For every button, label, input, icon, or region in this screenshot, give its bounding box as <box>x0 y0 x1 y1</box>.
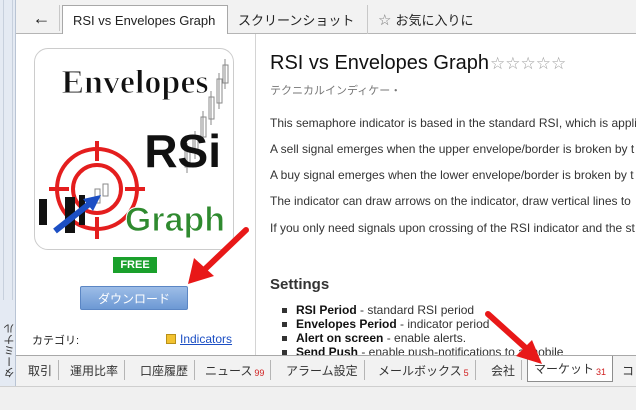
description-line: If you only need signals upon crossing o… <box>270 221 635 235</box>
image-text-envelopes: Envelopes <box>61 64 208 101</box>
tab-label: 取引 <box>28 363 53 378</box>
tab-label: コ <box>622 363 635 378</box>
back-button[interactable]: ← <box>24 5 60 31</box>
category-link-text: Indicators <box>180 332 233 346</box>
description-line: A buy signal emerges when the lower enve… <box>270 168 634 182</box>
tab-alerts[interactable]: アラーム設定 <box>280 360 365 380</box>
tab-favorites-label: お気に入りに <box>395 13 474 28</box>
setting-desc: - indicator period <box>396 317 490 331</box>
list-item: Alert on screen - enable alerts. <box>281 331 563 345</box>
tab-product-label: RSI vs Envelopes Graph <box>73 13 216 28</box>
image-text-rsi: RSi <box>144 125 221 177</box>
tab-label: メールボックス <box>378 363 462 378</box>
tab-label: 運用比率 <box>70 363 119 378</box>
tab-history[interactable]: 口座履歴 <box>134 360 196 380</box>
setting-name: RSI Period <box>296 303 357 317</box>
news-count-badge: 99 <box>254 368 265 378</box>
download-button[interactable]: ダウンロード <box>80 286 188 310</box>
tab-screenshots-label: スクリーンショット <box>238 13 355 28</box>
image-text-graph: Graph <box>125 201 225 239</box>
setting-name: Send Push <box>296 345 359 355</box>
tab-product[interactable]: RSI vs Envelopes Graph <box>62 5 228 35</box>
setting-desc: - enable push-notifications to a mobile <box>358 345 564 355</box>
tab-news[interactable]: ニュース 99 <box>199 360 272 380</box>
terminal-side-strip[interactable]: ターミナル <box>0 0 16 386</box>
arrow-left-icon: ← <box>32 7 51 28</box>
setting-desc: - enable alerts. <box>383 331 467 345</box>
setting-name: Envelopes Period <box>296 317 397 331</box>
splitter-handle[interactable] <box>3 0 13 300</box>
tab-market[interactable]: マーケット 31 <box>527 356 614 382</box>
rating-stars[interactable]: ☆☆☆☆☆ <box>490 54 566 74</box>
app-window: ターミナル ← RSI vs Envelopes Graph スクリーンショット… <box>0 0 636 410</box>
category-link[interactable]: Indicators <box>166 332 232 346</box>
tab-screenshots[interactable]: スクリーンショット <box>228 5 368 34</box>
category-label: カテゴリ: <box>32 335 80 347</box>
tab-label: アラーム設定 <box>286 363 358 378</box>
list-item: Send Push - enable push-notifications to… <box>281 345 564 355</box>
tab-label: ニュース <box>205 363 253 378</box>
market-count-badge: 31 <box>596 366 607 377</box>
tab-trade[interactable]: 取引 <box>22 360 60 380</box>
terminal-tab-bar: 取引 運用比率 口座履歴 ニュース 99 アラーム設定 メールボックス 5 会社… <box>16 355 636 386</box>
product-type: テクニカルインディケー・ <box>270 85 402 97</box>
settings-list: RSI Period - standard RSI period Envelop… <box>281 303 564 355</box>
column-divider <box>255 34 256 355</box>
tab-exposure[interactable]: 運用比率 <box>64 360 126 380</box>
description-line: The indicator can draw arrows on the ind… <box>270 194 631 208</box>
description-line: A sell signal emerges when the upper env… <box>270 142 635 156</box>
description-line: This semaphore indicator is based in the… <box>270 116 636 130</box>
product-details: RSI vs Envelopes Graph ☆☆☆☆☆ テクニカルインディケー… <box>270 34 636 355</box>
tab-code-base[interactable]: コ <box>616 360 636 380</box>
tab-mailbox[interactable]: メールボックス 5 <box>372 360 476 380</box>
product-image: Envelopes RSi Graph <box>34 48 234 250</box>
setting-desc: - standard RSI period <box>356 303 475 317</box>
tab-label: 口座履歴 <box>140 363 189 378</box>
star-outline-icon: ☆ <box>378 11 392 29</box>
product-sidebar: Envelopes RSi Graph FREE ダウンロード カテゴリ: In… <box>16 34 256 355</box>
free-badge: FREE <box>113 257 157 273</box>
product-page: Envelopes RSi Graph FREE ダウンロード カテゴリ: In… <box>16 34 636 355</box>
setting-name: Alert on screen <box>296 331 384 345</box>
mailbox-count-badge: 5 <box>463 368 469 378</box>
indicator-icon <box>166 334 176 344</box>
product-title: RSI vs Envelopes Graph <box>270 52 489 74</box>
tab-label: 会社 <box>491 363 516 378</box>
settings-heading: Settings <box>270 276 330 293</box>
tab-favorites[interactable]: ☆ お気に入りに <box>368 5 498 34</box>
status-bar <box>0 386 636 410</box>
list-item: Envelopes Period - indicator period <box>281 317 563 331</box>
tab-label: マーケット <box>534 362 595 376</box>
tab-company[interactable]: 会社 <box>485 360 523 380</box>
top-tab-bar: ← RSI vs Envelopes Graph スクリーンショット ☆ お気に… <box>16 0 636 35</box>
list-item: RSI Period - standard RSI period <box>281 303 563 317</box>
